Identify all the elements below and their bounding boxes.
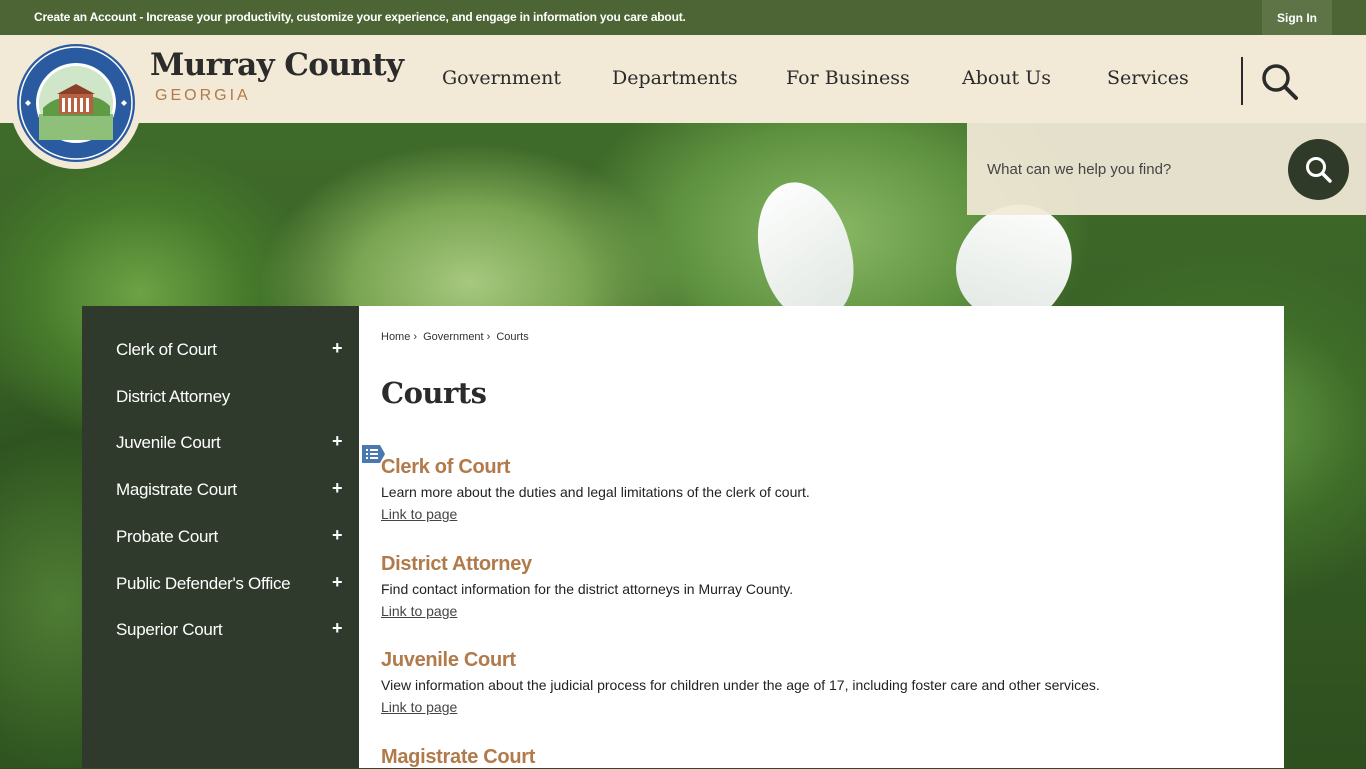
sidebar-item-label: Juvenile Court: [116, 433, 221, 452]
sign-in-button[interactable]: Sign In: [1262, 0, 1332, 35]
sidebar-item-public-defenders-office[interactable]: Public Defender's Office +: [82, 563, 359, 609]
page-title: Courts: [381, 376, 487, 410]
sidebar-item-label: Superior Court: [116, 620, 223, 639]
sidebar-item-district-attorney[interactable]: District Attorney: [82, 376, 359, 422]
sidebar-item-label: District Attorney: [116, 387, 230, 406]
entry-description: View information about the judicial proc…: [381, 677, 1100, 693]
search-icon: [1305, 156, 1332, 183]
sidebar-item-clerk-of-court[interactable]: Clerk of Court +: [82, 329, 359, 375]
sidebar-item-magistrate-court[interactable]: Magistrate Court +: [82, 469, 359, 515]
entry-title-link[interactable]: Magistrate Court: [381, 746, 535, 769]
sidebar-nav: Clerk of Court + District Attorney Juven…: [82, 306, 359, 768]
brand-name[interactable]: Murray County: [150, 47, 404, 83]
entry-title-link[interactable]: Clerk of Court: [381, 456, 810, 479]
expand-icon[interactable]: +: [332, 618, 343, 639]
expand-icon[interactable]: +: [332, 478, 343, 499]
sidebar-item-probate-court[interactable]: Probate Court +: [82, 516, 359, 562]
list-item: Magistrate Court: [381, 746, 535, 769]
sidebar-item-juvenile-court[interactable]: Juvenile Court +: [82, 422, 359, 468]
list-item: District Attorney Find contact informati…: [381, 553, 793, 621]
search-panel: [967, 123, 1366, 215]
expand-icon[interactable]: +: [332, 338, 343, 359]
entry-description: Learn more about the duties and legal li…: [381, 484, 810, 500]
list-icon: [362, 445, 385, 463]
nav-government[interactable]: Government: [442, 67, 561, 89]
nav-divider: [1241, 57, 1243, 105]
expand-icon[interactable]: +: [332, 525, 343, 546]
link-to-page[interactable]: Link to page: [381, 603, 457, 619]
link-to-page[interactable]: Link to page: [381, 699, 457, 715]
sidebar-item-superior-court[interactable]: Superior Court +: [82, 609, 359, 655]
breadcrumb-current: Courts: [496, 331, 529, 343]
entry-title-link[interactable]: District Attorney: [381, 553, 793, 576]
list-item: Juvenile Court View information about th…: [381, 649, 1100, 717]
create-account-link[interactable]: Create an Account - Increase your produc…: [34, 10, 686, 24]
county-seal-logo[interactable]: [10, 37, 142, 169]
nav-services[interactable]: Services: [1107, 67, 1189, 89]
breadcrumb-separator: ›: [413, 331, 418, 343]
search-toggle-icon[interactable]: [1260, 62, 1300, 107]
breadcrumb-government[interactable]: Government: [423, 331, 484, 343]
breadcrumb-home[interactable]: Home: [381, 331, 410, 343]
nav-about-us[interactable]: About Us: [962, 67, 1051, 89]
list-item: Clerk of Court Learn more about the duti…: [381, 456, 810, 524]
expand-icon[interactable]: +: [332, 431, 343, 452]
nav-departments[interactable]: Departments: [612, 67, 738, 89]
top-bar: Create an Account - Increase your produc…: [0, 0, 1366, 35]
toc-toggle-button[interactable]: [360, 443, 386, 465]
entry-description: Find contact information for the distric…: [381, 581, 794, 597]
main-content: Home › Government › Courts Courts Clerk of…: [359, 306, 1284, 768]
nav-for-business[interactable]: For Business: [786, 67, 910, 89]
sidebar-item-label: Public Defender's Office: [116, 574, 291, 593]
search-input[interactable]: [967, 123, 1277, 215]
entry-title-link[interactable]: Juvenile Court: [381, 649, 1100, 672]
county-seal-icon: [17, 44, 135, 162]
sidebar-item-label: Magistrate Court: [116, 480, 237, 499]
breadcrumb: Home › Government › Courts: [381, 331, 532, 343]
sidebar-item-label: Clerk of Court: [116, 340, 217, 359]
search-button[interactable]: [1288, 139, 1349, 200]
link-to-page[interactable]: Link to page: [381, 506, 457, 522]
brand-subtitle: GEORGIA: [155, 87, 251, 104]
expand-icon[interactable]: +: [332, 572, 343, 593]
sidebar-item-label: Probate Court: [116, 527, 218, 546]
breadcrumb-separator: ›: [486, 331, 491, 343]
